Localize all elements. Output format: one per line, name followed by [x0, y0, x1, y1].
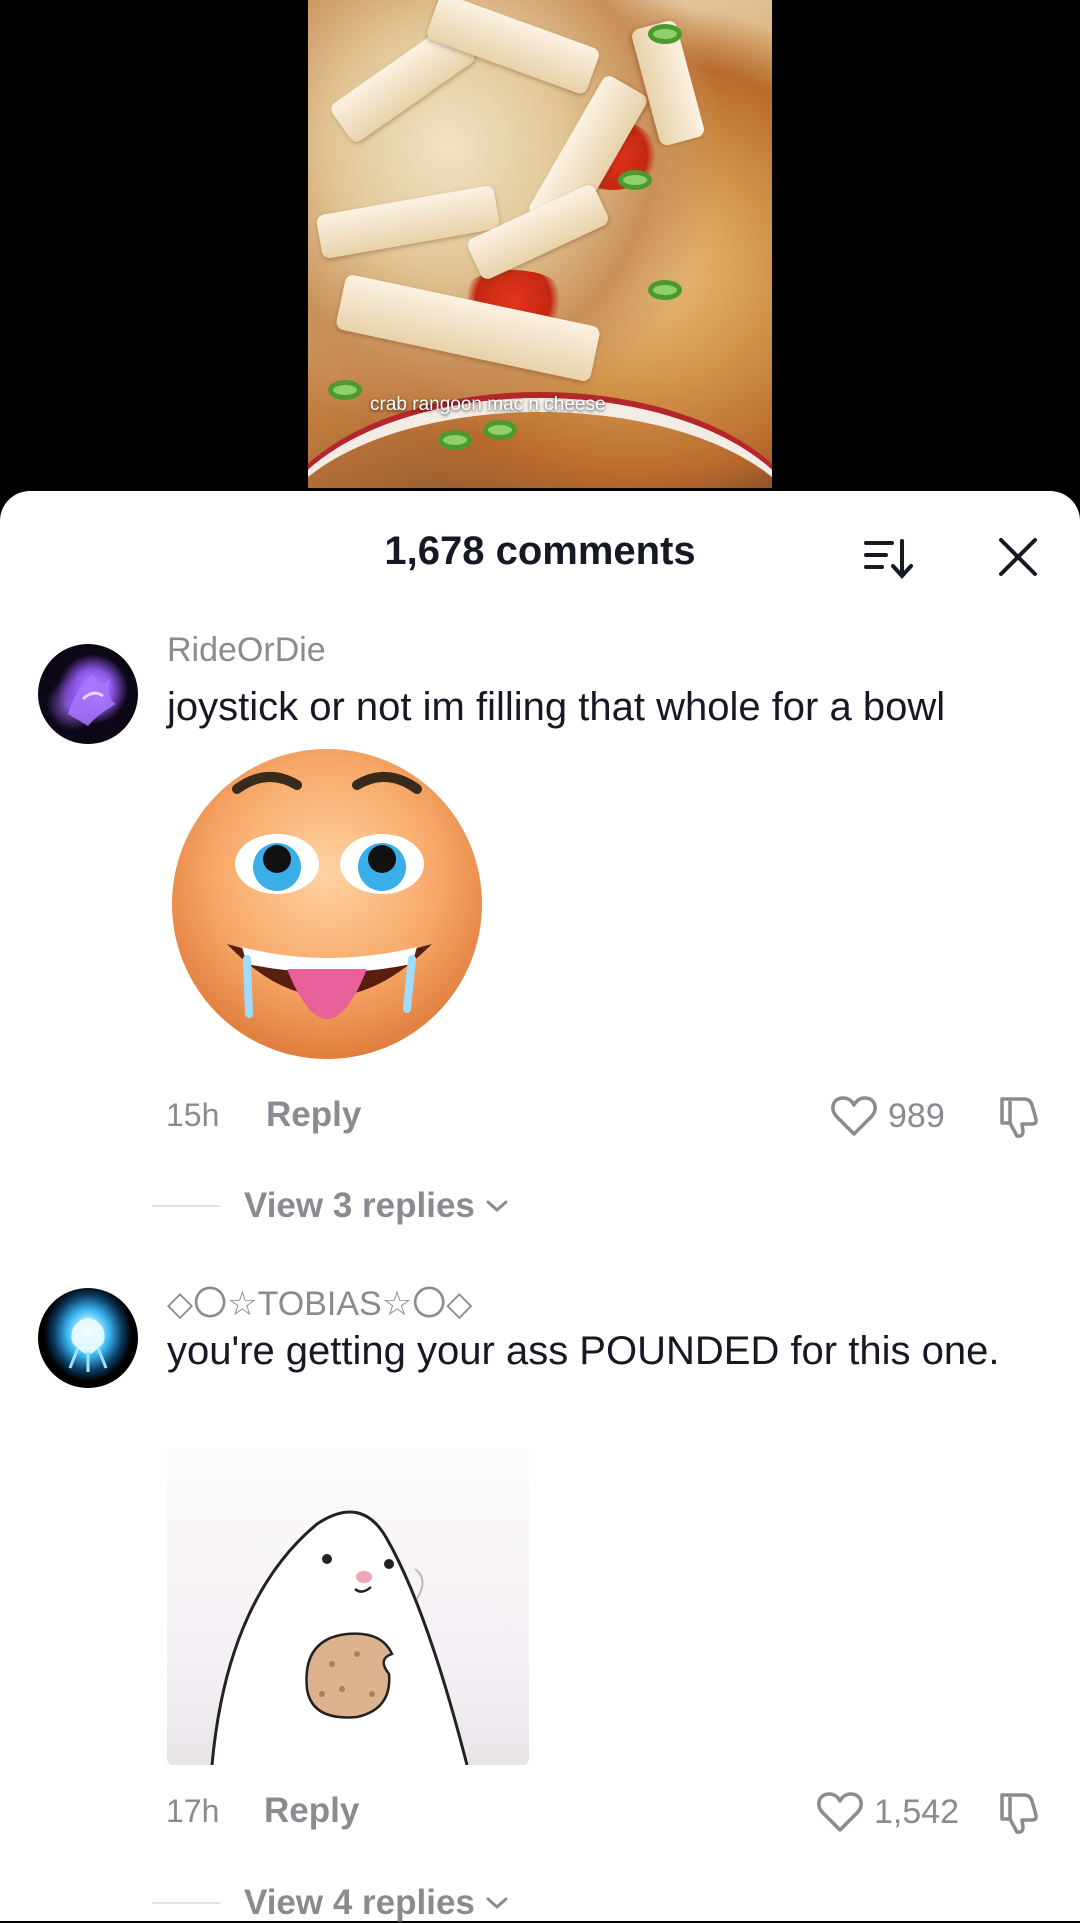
- comment-count: 1,678 comments: [384, 529, 696, 573]
- like-button[interactable]: 1,542: [816, 1787, 959, 1837]
- view-replies-label: View 3 replies: [244, 1186, 475, 1225]
- avatar[interactable]: [38, 1288, 138, 1388]
- chive-decoration: [648, 24, 682, 44]
- video-caption: crab rangoon mac n cheese: [370, 394, 606, 415]
- divider-line: [152, 1902, 220, 1904]
- heart-icon: [817, 1792, 863, 1832]
- like-count: 1,542: [874, 1792, 960, 1831]
- comment-text: you're getting your ass POUNDED for this…: [167, 1329, 1000, 1373]
- chive-decoration: [618, 170, 652, 190]
- view-replies-button[interactable]: View 4 replies: [152, 1883, 509, 1923]
- avatar[interactable]: [38, 644, 138, 744]
- chive-decoration: [648, 280, 682, 300]
- comment-timestamp: 17h: [166, 1793, 220, 1829]
- chevron-down-icon: [486, 1897, 508, 1909]
- cookie-creature-sticker[interactable]: [167, 1449, 529, 1765]
- avatar-art: [68, 1318, 108, 1372]
- comment-username[interactable]: RideOrDie: [167, 631, 326, 670]
- thumbs-down-icon[interactable]: [992, 1787, 1042, 1837]
- comments-header: 1,678 comments: [0, 491, 1080, 611]
- like-button[interactable]: 989: [830, 1091, 945, 1141]
- like-count: 989: [888, 1096, 945, 1135]
- close-icon[interactable]: [996, 535, 1040, 579]
- comment-username[interactable]: ◇〇☆TOBIAS☆〇◇: [167, 1276, 472, 1325]
- sticker-art: [172, 749, 482, 1059]
- comment-timestamp: 15h: [166, 1097, 220, 1133]
- chevron-down-icon: [486, 1200, 508, 1212]
- chive-decoration: [328, 380, 362, 400]
- reply-button[interactable]: Reply: [266, 1095, 361, 1135]
- comments-sheet: 1,678 comments RideOrDie joystick or not…: [0, 491, 1080, 1923]
- sticker-art: [210, 1510, 469, 1765]
- thumbs-down-icon[interactable]: [992, 1091, 1042, 1141]
- video-preview[interactable]: crab rangoon mac n cheese: [0, 0, 1080, 520]
- comment-text: joystick or not im filling that whole fo…: [167, 685, 946, 729]
- drooling-emoji-sticker[interactable]: [167, 749, 487, 1069]
- divider-line: [152, 1205, 220, 1207]
- view-replies-button[interactable]: View 3 replies: [152, 1186, 509, 1226]
- heart-icon: [831, 1096, 877, 1136]
- view-replies-label: View 4 replies: [244, 1883, 475, 1922]
- reply-button[interactable]: Reply: [264, 1791, 359, 1831]
- avatar-art: [68, 674, 116, 726]
- sort-descending-icon[interactable]: [862, 535, 914, 581]
